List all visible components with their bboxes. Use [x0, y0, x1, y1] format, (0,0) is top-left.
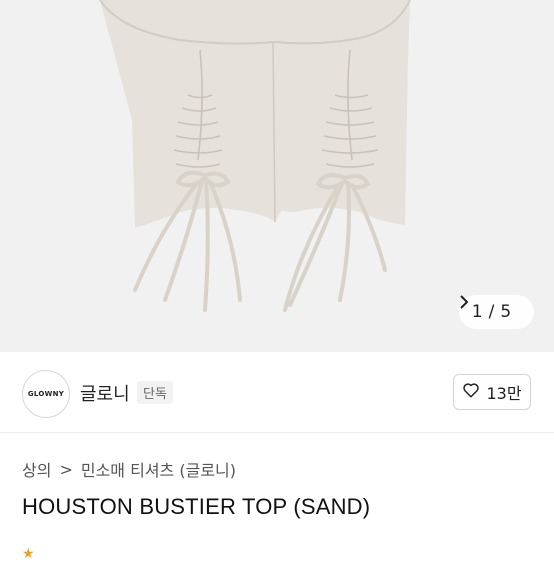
like-count: 13만	[486, 384, 522, 403]
brand-name[interactable]: 글로니	[80, 380, 130, 406]
counter-separator: /	[488, 302, 495, 322]
image-counter[interactable]: 1 / 5	[459, 295, 534, 329]
like-button[interactable]: 13만	[453, 374, 531, 410]
breadcrumb-subcategory[interactable]: 민소매 티셔츠 (글로니)	[81, 457, 236, 481]
heart-icon	[462, 381, 480, 403]
brand-logo[interactable]: GLOWNY	[22, 370, 70, 418]
product-title: HOUSTON BUSTIER TOP (SAND)	[22, 494, 371, 519]
exclusive-badge: 단독	[137, 381, 173, 404]
total-image-number: 5	[500, 302, 512, 322]
star-icon: ★	[22, 546, 35, 562]
breadcrumb-separator: >	[59, 459, 73, 479]
brand-logo-text: GLOWNY	[27, 390, 65, 398]
rating-row-partial: ★	[22, 546, 35, 562]
current-image-number: 1	[471, 302, 483, 322]
breadcrumb-category[interactable]: 상의	[22, 457, 51, 481]
breadcrumb: 상의 > 민소매 티셔츠 (글로니)	[22, 457, 236, 481]
product-image-gallery[interactable]: 1 / 5	[0, 0, 554, 352]
brand-row: GLOWNY 글로니 단독 13만	[0, 352, 554, 433]
